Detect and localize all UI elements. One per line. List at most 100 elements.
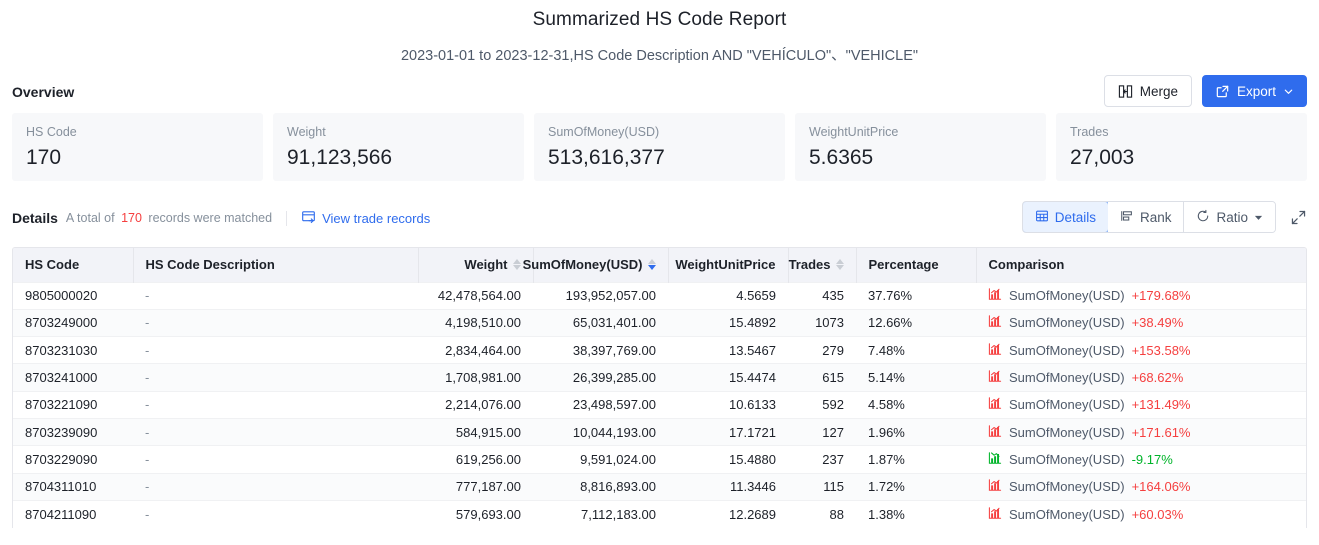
cell-comparison: SumOfMoney(USD) +60.03% — [976, 499, 1306, 528]
overview-actions: Merge Export — [1103, 75, 1307, 107]
comparison-value: +171.61% — [1131, 424, 1191, 440]
trend-up-icon — [988, 478, 1002, 495]
chevron-down-icon — [1283, 86, 1294, 97]
cell-description: - — [133, 390, 418, 419]
fullscreen-expand-icon[interactable] — [1290, 209, 1307, 226]
tab-details[interactable]: Details — [1022, 202, 1109, 232]
cell-comparison: SumOfMoney(USD) +68.62% — [976, 363, 1306, 392]
trend-up-icon — [988, 287, 1002, 304]
table-row[interactable]: 8703241000-1,708,981.00 26,399,285.00 15.4… — [13, 363, 1306, 392]
trend-up-icon — [988, 314, 1002, 331]
comparison-value: +179.68% — [1131, 288, 1191, 304]
column-header-trades[interactable]: Trades — [788, 248, 857, 282]
cell-trades: 237 — [788, 445, 856, 474]
stat-card-hs-code: HS Code 170 — [12, 113, 263, 181]
rank-icon — [1120, 209, 1134, 226]
cell-weight-unit-price: 10.6133 — [668, 390, 788, 419]
stat-value: 5.6365 — [809, 146, 874, 169]
stat-value: 91,123,566 — [287, 146, 393, 169]
cell-weight-unit-price: 15.4474 — [668, 363, 788, 392]
cell-hs-code: 8704211090 — [13, 499, 133, 528]
column-header-weight[interactable]: Weight — [418, 248, 534, 282]
sort-toggle-trades[interactable] — [835, 259, 844, 271]
table-row[interactable]: 8703221090-2,214,076.00 23,498,597.00 10.6… — [13, 390, 1306, 419]
cell-comparison: SumOfMoney(USD) -9.17% — [976, 445, 1306, 474]
cell-weight-unit-price: 17.1721 — [668, 417, 788, 446]
stat-value: 170 — [26, 146, 62, 169]
view-trade-records-link[interactable]: View trade records — [301, 209, 430, 227]
cell-comparison: SumOfMoney(USD) +131.49% — [976, 390, 1306, 419]
cell-weight-unit-price: 15.4892 — [668, 308, 788, 337]
column-header-hs-code-description[interactable]: HS Code Description — [133, 248, 419, 282]
column-header-sum-of-money[interactable]: SumOfMoney(USD) — [523, 248, 669, 282]
trend-up-icon — [988, 369, 1002, 386]
overview-bar: Overview Merge Export — [12, 65, 1307, 107]
table-row[interactable]: 8703249000-4,198,510.00 65,031,401.00 15.4… — [13, 308, 1306, 337]
divider — [286, 210, 288, 226]
stat-value: 27,003 — [1070, 146, 1135, 169]
column-header-weight-unit-price[interactable]: WeightUnitPrice — [668, 248, 789, 282]
table-row[interactable]: 8704211090-579,693.00 7,112,183.00 12.2689… — [13, 499, 1306, 528]
trend-up-icon — [988, 342, 1002, 359]
cell-comparison: SumOfMoney(USD) +179.68% — [976, 281, 1306, 310]
cell-weight: 579,693.00 — [418, 499, 533, 528]
comparison-metric: SumOfMoney(USD) — [1009, 424, 1125, 440]
stat-label: SumOfMoney(USD) — [548, 125, 660, 139]
cell-sum-of-money: 65,031,401.00 — [533, 308, 668, 337]
details-bar: Details A total of 170 records were matc… — [12, 201, 1307, 235]
cell-percentage: 37.76% — [856, 281, 976, 310]
cell-trades: 435 — [788, 281, 856, 310]
page-subtitle: 2023-01-01 to 2023-12-31,HS Code Descrip… — [400, 48, 919, 64]
cell-sum-of-money: 9,591,024.00 — [533, 445, 668, 474]
cell-hs-code: 8704311010 — [13, 472, 133, 501]
column-label: Comparison — [988, 257, 1065, 273]
merge-label: Merge — [1139, 83, 1178, 99]
cell-sum-of-money: 193,952,057.00 — [533, 281, 668, 310]
table-row[interactable]: 8703229090-619,256.00 9,591,024.00 15.4880… — [13, 445, 1306, 474]
cell-trades: 115 — [788, 472, 856, 501]
cell-description: - — [133, 472, 418, 501]
export-button[interactable]: Export — [1201, 75, 1307, 107]
table-row[interactable]: 8704311010-777,187.00 8,816,893.00 11.3446… — [13, 472, 1306, 501]
cell-sum-of-money: 8,816,893.00 — [533, 472, 668, 501]
sort-toggle-weight[interactable] — [512, 259, 521, 271]
column-header-comparison[interactable]: Comparison — [976, 248, 1306, 282]
export-label: Export — [1236, 83, 1276, 99]
cell-trades: 1073 — [788, 308, 856, 337]
tab-ratio[interactable]: Ratio — [1184, 202, 1275, 232]
comparison-metric: SumOfMoney(USD) — [1009, 506, 1125, 522]
comparison-value: +164.06% — [1131, 479, 1191, 495]
merge-button[interactable]: Merge — [1103, 75, 1192, 107]
comparison-value: +131.49% — [1131, 397, 1191, 413]
details-title: Details — [12, 210, 58, 226]
sort-toggle-sum-of-money[interactable] — [647, 259, 656, 271]
cell-comparison: SumOfMoney(USD) +153.58% — [976, 336, 1306, 364]
tab-rank[interactable]: Rank — [1107, 202, 1185, 232]
details-record-count: 170 — [121, 211, 142, 225]
cell-hs-code: 8703241000 — [13, 363, 133, 392]
comparison-metric: SumOfMoney(USD) — [1009, 342, 1125, 358]
cell-description: - — [133, 417, 418, 446]
column-header-hs-code[interactable]: HS Code — [13, 248, 134, 282]
table-row[interactable]: 9805000020-42,478,564.00 193,952,057.00 4.… — [13, 281, 1306, 310]
view-trade-records-label: View trade records — [322, 210, 431, 226]
column-label: Trades — [788, 257, 831, 273]
details-meta: A total of 170 records were matched — [66, 211, 272, 225]
column-label: SumOfMoney(USD) — [522, 257, 643, 273]
cell-percentage: 12.66% — [856, 308, 976, 337]
table-row[interactable]: 8703239090-584,915.00 10,044,193.00 17.172… — [13, 417, 1306, 446]
column-header-percentage[interactable]: Percentage — [856, 248, 977, 282]
cell-weight: 1,708,981.00 — [418, 363, 533, 392]
details-table: HS Code HS Code Description Weight SumOf — [13, 248, 1306, 528]
table-body: 9805000020-42,478,564.00 193,952,057.00 4.… — [13, 281, 1306, 528]
cell-description: - — [133, 499, 418, 528]
table-row[interactable]: 8703231030-2,834,464.00 38,397,769.00 13.5… — [13, 336, 1306, 364]
cell-weight: 42,478,564.00 — [418, 281, 533, 310]
column-label: HS Code — [25, 257, 80, 273]
cell-hs-code: 9805000020 — [13, 281, 133, 310]
cell-trades: 127 — [788, 417, 856, 446]
trend-up-icon — [988, 396, 1002, 413]
cell-hs-code: 8703239090 — [13, 417, 133, 446]
cell-weight: 2,214,076.00 — [418, 390, 533, 419]
cell-comparison: SumOfMoney(USD) +171.61% — [976, 417, 1306, 446]
